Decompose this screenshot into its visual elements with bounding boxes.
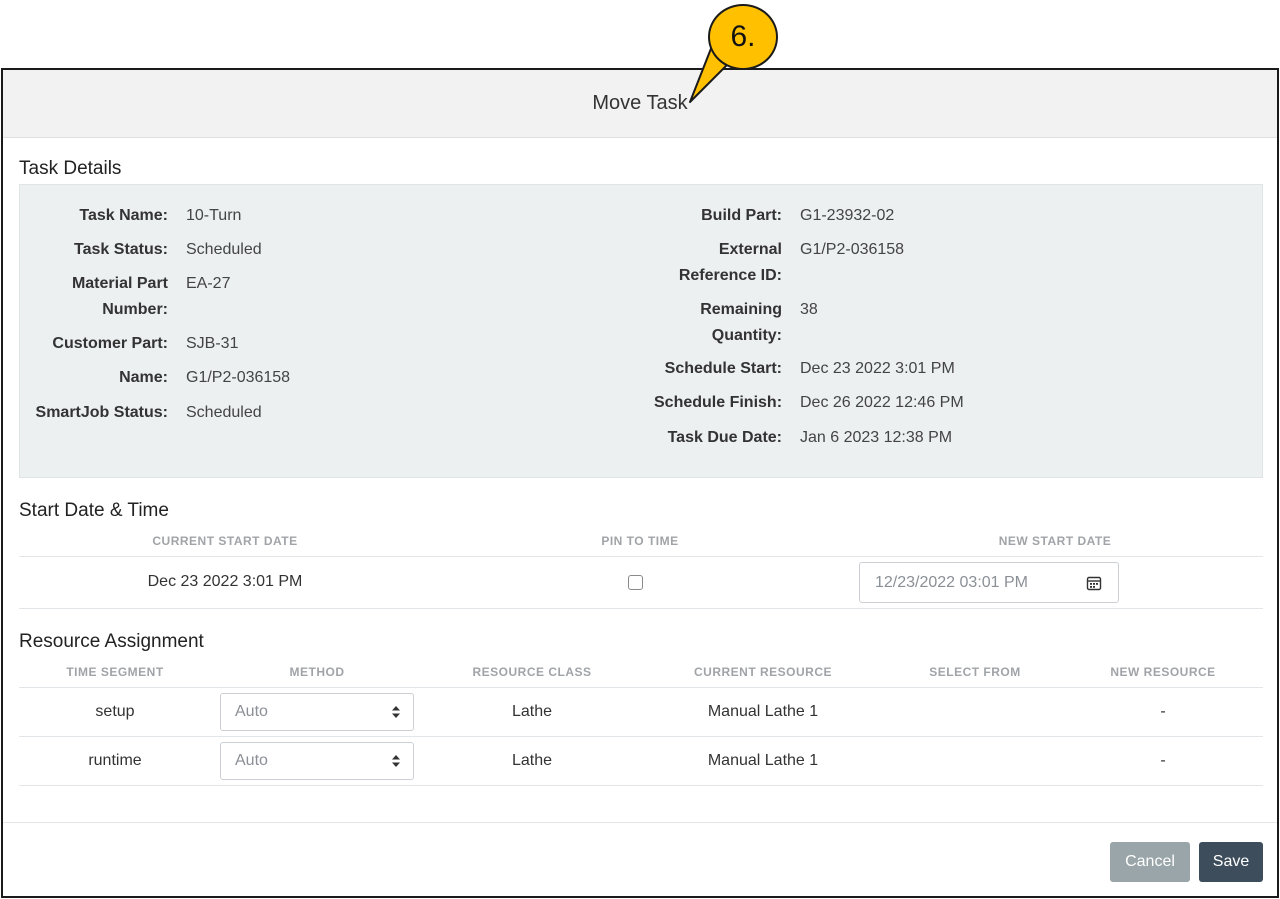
divider	[19, 608, 1263, 609]
save-button[interactable]: Save	[1199, 842, 1263, 882]
detail-build-part: Build Part: G1-23932-02	[701, 207, 895, 224]
divider	[19, 687, 1263, 688]
detail-schedule-start: Schedule Start: Dec 23 2022 3:01 PM	[664, 360, 955, 377]
step-callout: 6.	[708, 4, 778, 70]
new-resource-cell: -	[1160, 703, 1166, 720]
col-select-from: SELECT FROM	[929, 665, 1021, 679]
current-resource-cell: Manual Lathe 1	[707, 703, 819, 720]
start-date-heading: Start Date & Time	[19, 500, 169, 521]
sort-arrows-icon	[392, 706, 400, 718]
step-callout-label: 6.	[730, 20, 756, 53]
detail-customer-part: Customer Part: SJB-31	[52, 335, 239, 352]
divider	[19, 736, 1263, 737]
segment-setup: setup	[95, 703, 135, 720]
col-current-start-date: CURRENT START DATE	[152, 534, 298, 548]
detail-material-part-number: Material Part Number: EA-27	[71, 275, 231, 318]
detail-smartjob-status: SmartJob Status: Scheduled	[35, 404, 262, 421]
col-pin-to-time: PIN TO TIME	[601, 534, 679, 548]
detail-task-status: Task Status: Scheduled	[74, 241, 262, 258]
modal-header: Move Task	[3, 70, 1277, 138]
resource-class-cell: Lathe	[511, 703, 553, 720]
method-select-setup[interactable]: Auto	[220, 693, 414, 731]
col-method: METHOD	[289, 665, 345, 679]
divider	[19, 556, 1263, 557]
task-details-heading: Task Details	[19, 158, 122, 179]
new-start-date-input[interactable]: 12/23/2022 03:01 PM	[859, 562, 1119, 603]
col-current-resource: CURRENT RESOURCE	[693, 665, 832, 679]
resource-class-cell: Lathe	[511, 752, 553, 769]
detail-schedule-finish: Schedule Finish: Dec 26 2022 12:46 PM	[654, 394, 964, 411]
current-resource-cell: Manual Lathe 1	[707, 752, 819, 769]
new-start-date-value: 12/23/2022 03:01 PM	[875, 573, 1029, 591]
move-task-modal: Move Task Task Details Task Name: 10-Tur…	[1, 68, 1279, 898]
pin-to-time-checkbox[interactable]	[628, 575, 643, 590]
detail-task-name: Task Name: 10-Turn	[79, 207, 242, 224]
col-new-start-date: NEW START DATE	[998, 534, 1112, 548]
resource-assignment-heading: Resource Assignment	[19, 631, 204, 652]
detail-task-due-date: Task Due Date: Jan 6 2023 12:38 PM	[667, 429, 953, 446]
sort-arrows-icon	[392, 755, 400, 767]
current-start-date-value: Dec 23 2022 3:01 PM	[147, 573, 303, 590]
method-select-runtime[interactable]: Auto	[220, 742, 414, 780]
footer-divider	[3, 822, 1277, 823]
segment-runtime: runtime	[88, 752, 142, 769]
col-new-resource: NEW RESOURCE	[1110, 665, 1216, 679]
task-details-panel: Task Name: 10-Turn Task Status: Schedule…	[19, 184, 1263, 478]
calendar-icon[interactable]	[1086, 575, 1102, 591]
cancel-button[interactable]: Cancel	[1110, 842, 1190, 882]
divider	[19, 785, 1263, 786]
new-resource-cell: -	[1160, 752, 1166, 769]
detail-external-reference-id: External Reference ID: G1/P2-036158	[678, 241, 905, 284]
detail-remaining-quantity: Remaining Quantity: 38	[700, 301, 818, 344]
col-time-segment: TIME SEGMENT	[66, 665, 164, 679]
col-resource-class: RESOURCE CLASS	[472, 665, 592, 679]
detail-name: Name: G1/P2-036158	[119, 369, 291, 386]
